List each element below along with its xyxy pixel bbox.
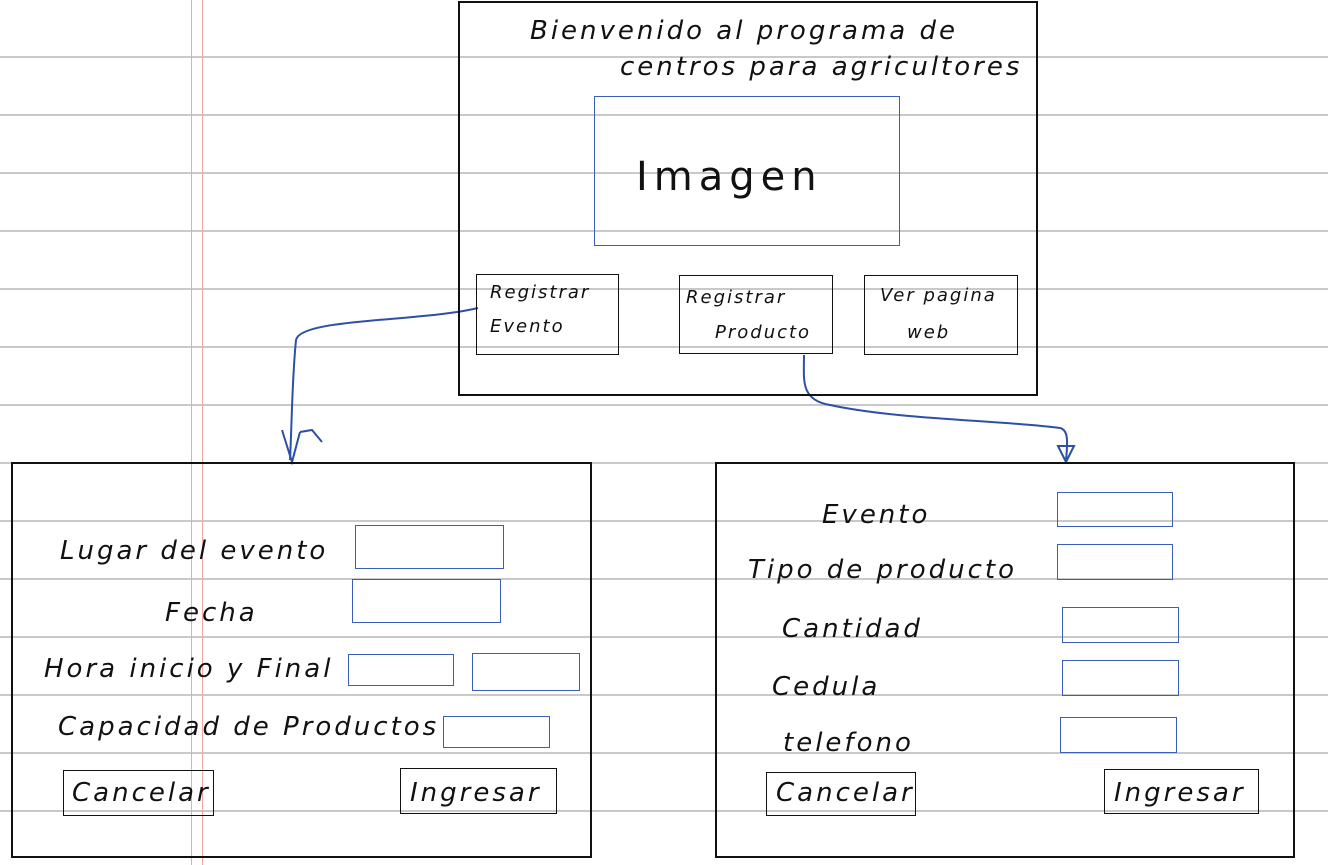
event-time-label: Hora inicio y Final — [44, 654, 334, 684]
event-place-label: Lugar del evento — [60, 536, 329, 566]
product-cancel-label: Cancelar — [776, 778, 915, 808]
view-webpage-label-line2: web — [907, 322, 951, 343]
product-event-input[interactable] — [1057, 492, 1173, 527]
product-id-label: Cedula — [772, 672, 881, 702]
product-quantity-input[interactable] — [1062, 607, 1179, 643]
product-id-input[interactable] — [1062, 660, 1179, 696]
arrow-head-event-form — [281, 428, 323, 466]
event-cancel-label: Cancelar — [72, 778, 211, 808]
welcome-title-line2: centros para agricultores — [620, 52, 1023, 82]
view-webpage-label-line1: Ver pagina — [880, 285, 997, 306]
product-event-label: Evento — [822, 500, 931, 530]
register-event-label-line2: Evento — [490, 316, 565, 337]
event-submit-label: Ingresar — [410, 778, 542, 808]
event-date-label: Fecha — [165, 598, 258, 628]
event-end-time-input[interactable] — [472, 653, 580, 691]
product-submit-label: Ingresar — [1114, 778, 1246, 808]
event-capacity-input[interactable] — [443, 716, 550, 748]
register-product-label-line2: Producto — [715, 322, 812, 343]
event-start-time-input[interactable] — [348, 654, 454, 686]
event-place-input[interactable] — [355, 525, 504, 569]
image-placeholder-label: Imagen — [636, 154, 823, 200]
event-date-input[interactable] — [352, 579, 501, 623]
register-event-label-line1: Registrar — [490, 282, 591, 303]
product-phone-input[interactable] — [1060, 717, 1177, 753]
register-product-label-line1: Registrar — [686, 287, 787, 308]
product-quantity-label: Cantidad — [782, 614, 923, 644]
product-type-input[interactable] — [1057, 544, 1173, 580]
product-type-label: Tipo de producto — [748, 555, 1018, 585]
product-phone-label: telefono — [783, 728, 914, 758]
welcome-title-line1: Bienvenido al programa de — [530, 16, 958, 46]
event-capacity-label: Capacidad de Productos — [58, 712, 440, 742]
